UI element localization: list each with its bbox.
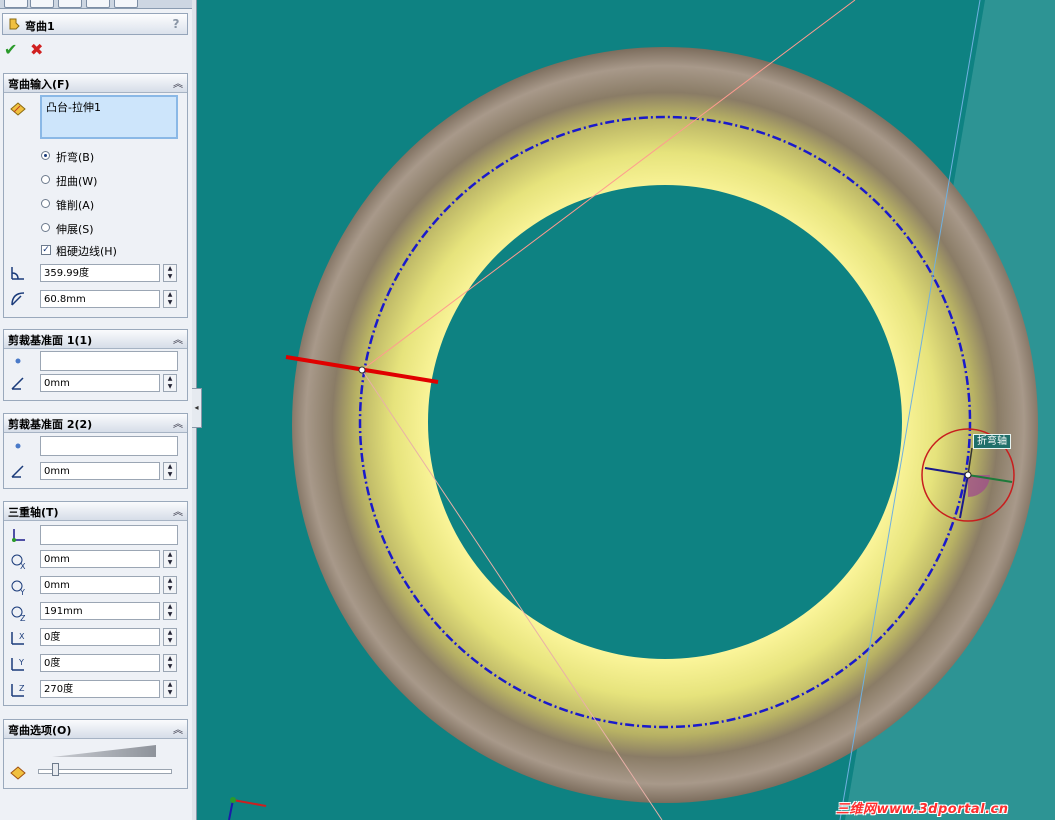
bend-axis-label: 折弯轴 — [973, 434, 1011, 449]
y-rotation-icon: Y — [11, 658, 24, 671]
trim-handle[interactable] — [358, 366, 366, 374]
x-rotation-icon: X — [11, 632, 25, 645]
cancel-button[interactable]: ✖ — [30, 40, 43, 59]
bend-mode-label: 折弯(B) — [56, 151, 95, 164]
accuracy-slider-thumb[interactable] — [52, 763, 59, 776]
twist-mode-radio[interactable] — [41, 175, 50, 184]
trim-plane-1-spinner[interactable]: ▲ ▼ — [163, 374, 177, 392]
svg-text:X: X — [20, 562, 26, 570]
watermark: 三维网www.3dportal.cn — [836, 802, 1009, 817]
svg-text:Y: Y — [18, 658, 24, 667]
svg-text:Y: Y — [19, 588, 25, 596]
triad-rot-z-input[interactable]: 270度 — [40, 680, 160, 698]
vertex-icon — [15, 443, 21, 449]
collapse-icon[interactable]: ︽ — [173, 721, 183, 736]
rigid-edges-checkbox[interactable]: ✓ — [41, 245, 51, 255]
tab-display-manager[interactable] — [114, 0, 138, 8]
svg-text:X: X — [19, 632, 25, 641]
vertex-icon — [15, 358, 21, 364]
collapse-icon[interactable]: ︽ — [173, 415, 183, 430]
triad-ref-input[interactable] — [40, 525, 178, 545]
bend-input-header[interactable]: 弯曲输入(F) ︽ — [4, 74, 187, 93]
x-position-icon: X — [11, 554, 26, 570]
bend-options-header[interactable]: 弯曲选项(O) ︽ — [4, 720, 187, 739]
tab-config-manager[interactable] — [58, 0, 82, 8]
triad-y-spinner[interactable]: ▲ ▼ — [163, 576, 177, 594]
triad-rot-y-spinner[interactable]: ▲ ▼ — [163, 654, 177, 672]
triad-header[interactable]: 三重轴(T) ︽ — [4, 502, 187, 521]
trim-plane-2-distance-input[interactable]: 0mm — [40, 462, 160, 480]
triad-rot-y-input[interactable]: 0度 — [40, 654, 160, 672]
help-icon[interactable]: ? — [169, 17, 183, 31]
svg-text:Z: Z — [19, 684, 25, 693]
collapse-panel-handle[interactable]: ◂ — [192, 388, 202, 428]
trim-plane-2-spinner[interactable]: ▲ ▼ — [163, 462, 177, 480]
tab-dimxpert[interactable] — [86, 0, 110, 8]
stretch-mode-radio[interactable] — [41, 223, 50, 232]
taper-mode-label: 锥削(A) — [56, 199, 95, 212]
rigid-edges-label: 粗硬边线(H) — [56, 245, 117, 258]
bodies-icon — [10, 102, 26, 116]
graphics-viewport[interactable] — [196, 0, 1055, 820]
trim-plane-1-header[interactable]: 剪裁基准面 1(1) ︽ — [4, 330, 187, 349]
bodies-to-bend-list[interactable]: 凸台-拉伸1 — [40, 95, 178, 139]
triad-z-spinner[interactable]: ▲ ▼ — [163, 602, 177, 620]
accuracy-icon — [10, 766, 26, 780]
triad-rot-x-input[interactable]: 0度 — [40, 628, 160, 646]
tab-feature-manager[interactable] — [4, 0, 28, 8]
flex-feature-icon — [9, 18, 20, 30]
manager-tabs — [0, 0, 192, 9]
z-position-icon: Z — [11, 606, 26, 622]
bend-angle-spinner[interactable]: ▲ ▼ — [163, 264, 177, 282]
collapse-icon[interactable]: ︽ — [173, 75, 183, 90]
z-rotation-icon: Z — [11, 684, 25, 697]
trim-plane-2-header[interactable]: 剪裁基准面 2(2) ︽ — [4, 414, 187, 433]
property-manager-panel: 弯曲1 ? ✔ ✖ 弯曲输入(F) ︽ 凸台-拉伸1 折弯(B) 扭曲(W) 锥削… — [0, 0, 193, 820]
trim-plane-1-distance-input[interactable]: 0mm — [40, 374, 160, 392]
svg-text:Z: Z — [20, 614, 26, 622]
feature-titlebar: 弯曲1 ? — [2, 13, 188, 35]
tab-property-manager[interactable] — [30, 0, 54, 8]
bend-mode-radio[interactable] — [41, 151, 50, 160]
bend-radius-input[interactable]: 60.8mm — [40, 290, 160, 308]
triad-icon — [12, 529, 25, 542]
bend-radius-spinner[interactable]: ▲ ▼ — [163, 290, 177, 308]
radius-icon — [11, 292, 25, 306]
trim-plane-1-ref-input[interactable] — [40, 351, 178, 371]
triad-rot-z-spinner[interactable]: ▲ ▼ — [163, 680, 177, 698]
trim-plane-2-ref-input[interactable] — [40, 436, 178, 456]
taper-mode-radio[interactable] — [41, 199, 50, 208]
twist-mode-label: 扭曲(W) — [56, 175, 98, 188]
triad-x-input[interactable]: 0mm — [40, 550, 160, 568]
angle-icon — [11, 267, 24, 280]
stretch-mode-label: 伸展(S) — [56, 223, 94, 236]
bend-angle-input[interactable]: 359.99度 — [40, 264, 160, 282]
distance-icon — [11, 465, 24, 478]
collapse-icon[interactable]: ︽ — [173, 503, 183, 518]
distance-icon — [11, 377, 24, 390]
triad-z-input[interactable]: 191mm — [40, 602, 160, 620]
triad-y-input[interactable]: 0mm — [40, 576, 160, 594]
collapse-icon[interactable]: ︽ — [173, 331, 183, 346]
feature-title: 弯曲1 — [25, 20, 55, 33]
y-position-icon: Y — [11, 580, 25, 596]
triad-x-spinner[interactable]: ▲ ▼ — [163, 550, 177, 568]
triad-rot-x-spinner[interactable]: ▲ ▼ — [163, 628, 177, 646]
ok-button[interactable]: ✔ — [4, 40, 17, 59]
